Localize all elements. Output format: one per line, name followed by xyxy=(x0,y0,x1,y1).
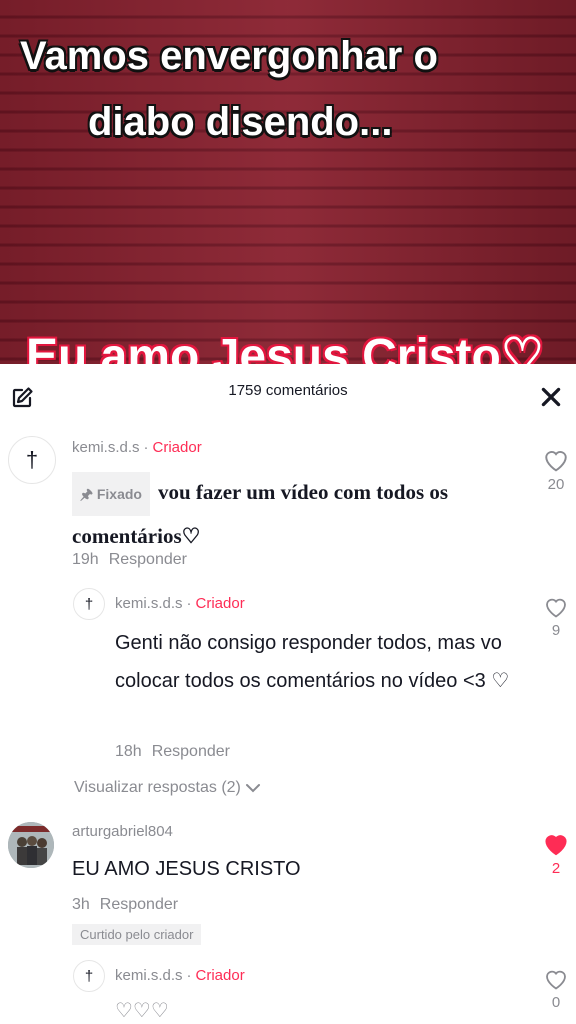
like-count: 20 xyxy=(547,476,565,493)
avatar[interactable]: † xyxy=(8,436,56,484)
pinned-label: Fixado xyxy=(96,486,142,503)
like-count: 9 xyxy=(551,622,561,639)
close-icon[interactable] xyxy=(538,384,564,410)
separator-dot: · xyxy=(186,595,192,612)
reply-meta: 18h Responder xyxy=(115,743,230,761)
cross-icon: † xyxy=(84,967,94,985)
video-caption-line-2: diabo disendo... xyxy=(88,100,393,144)
video-bottom-caption: Eu amo Jesus Cristo♡ xyxy=(26,330,544,364)
like-button[interactable]: 0 xyxy=(541,968,571,1011)
chevron-down-icon xyxy=(246,783,261,793)
comment-username[interactable]: arturgabriel804 xyxy=(72,823,173,840)
heart-icon[interactable] xyxy=(544,968,568,990)
view-replies-label: Visualizar respostas (2) xyxy=(74,779,241,796)
username-link[interactable]: kemi.s.d.s xyxy=(115,967,183,984)
reply-time: 18h xyxy=(115,743,142,760)
comment-text: 🖈 Fixado vou fazer um vídeo com todos os … xyxy=(72,472,520,556)
view-replies-button[interactable]: Visualizar respostas (2) xyxy=(74,779,261,797)
comments-sheet: 1759 comentários † kemi.s.d.s · Criador 🖈 … xyxy=(0,364,576,1024)
reply-text: Genti não consigo responder todos, mas v… xyxy=(115,632,510,692)
heart-icon[interactable] xyxy=(544,596,568,618)
comments-header: 1759 comentários xyxy=(0,364,576,420)
like-count: 2 xyxy=(551,860,561,877)
like-button[interactable]: 20 xyxy=(541,448,571,493)
reply-button[interactable]: Responder xyxy=(100,896,178,913)
username-link[interactable]: kemi.s.d.s xyxy=(72,439,140,456)
separator-dot: · xyxy=(186,967,192,984)
reply-username[interactable]: kemi.s.d.s · Criador xyxy=(115,967,245,984)
reply-button[interactable]: Responder xyxy=(152,743,230,760)
comment-text: EU AMO JESUS CRISTO xyxy=(72,858,301,880)
username-link[interactable]: kemi.s.d.s xyxy=(115,595,183,612)
liked-by-creator-badge: Curtido pelo criador xyxy=(72,924,202,945)
comment-time: 19h xyxy=(72,551,99,568)
reply-button[interactable]: Responder xyxy=(109,551,187,568)
cross-icon: † xyxy=(25,447,39,472)
comment-username[interactable]: kemi.s.d.s · Criador xyxy=(72,439,202,456)
avatar[interactable]: † xyxy=(73,960,105,992)
heart-icon[interactable] xyxy=(543,448,569,472)
reply-text: ♡♡♡ xyxy=(115,1000,169,1022)
comments-count-title: 1759 comentários xyxy=(228,382,348,399)
separator-dot: · xyxy=(143,439,149,456)
comment-meta: 19h Responder xyxy=(72,551,187,569)
creator-label: Criador xyxy=(195,967,245,984)
profile-photo-icon xyxy=(8,822,54,868)
heart-filled-icon[interactable] xyxy=(543,832,569,856)
pin-icon: 🖈 xyxy=(80,486,93,503)
comment-time: 3h xyxy=(72,896,90,913)
like-count: 0 xyxy=(551,994,561,1011)
creator-label: Criador xyxy=(195,595,245,612)
cross-icon: † xyxy=(84,595,94,613)
avatar[interactable]: † xyxy=(73,588,105,620)
avatar[interactable] xyxy=(8,822,54,868)
creator-label: Criador xyxy=(152,439,202,456)
like-button[interactable]: 2 xyxy=(541,832,571,877)
video-caption-line-1: Vamos envergonhar o xyxy=(20,34,438,78)
video-player[interactable]: Vamos envergonhar o diabo disendo... Eu … xyxy=(0,0,576,364)
comment-meta: 3h Responder xyxy=(72,896,178,914)
like-button[interactable]: 9 xyxy=(541,596,571,639)
pinned-badge: 🖈 Fixado xyxy=(72,472,150,517)
reply-username[interactable]: kemi.s.d.s · Criador xyxy=(115,595,245,612)
